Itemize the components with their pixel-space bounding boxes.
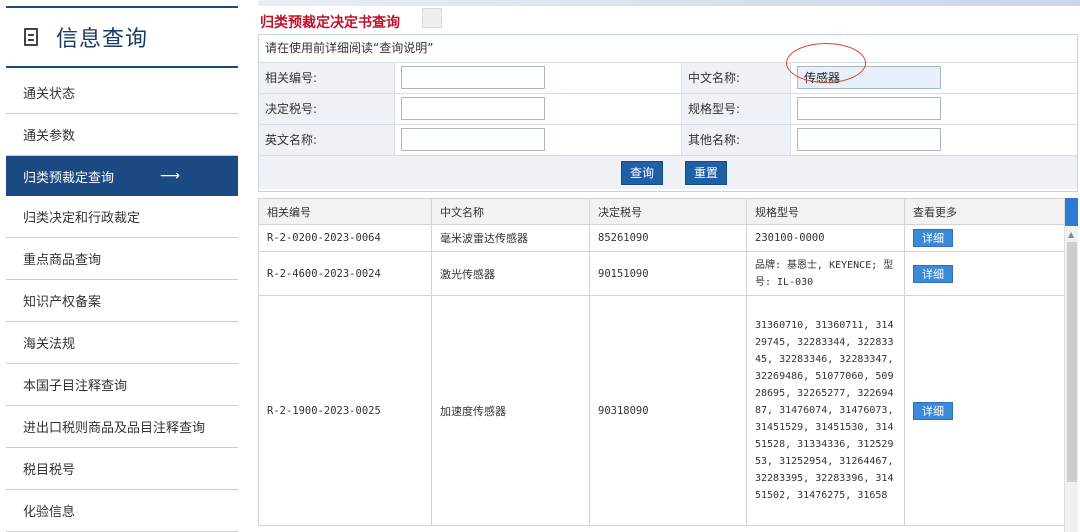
scroll-up-arrow-icon[interactable]: ▲ (1068, 230, 1074, 239)
tax-cell: 90151090 (589, 251, 747, 296)
search-form: 请在使用前详细阅读“查询说明” 相关编号: 中文名称: 决定税号: 规格型号: … (258, 34, 1078, 192)
usage-notice[interactable]: 请在使用前详细阅读“查询说明” (259, 35, 1077, 63)
sidebar: 信息查询 通关状态 通关参数 归类预裁定查询 ⟶ 归类决定和行政裁定 重点商品查询… (0, 0, 238, 532)
more-cell: 详细 (904, 251, 1065, 296)
sidebar-item-tariff-notes[interactable]: 进出口税则商品及品目注释查询 (6, 406, 238, 448)
sidebar-item-customs-law[interactable]: 海关法规 (6, 322, 238, 364)
form-row: 英文名称: 其他名称: (259, 125, 1077, 156)
column-header: 规格型号 (746, 198, 905, 225)
sidebar-item-lab-info[interactable]: 化验信息 (6, 490, 238, 532)
sidebar-item-customs-params[interactable]: 通关参数 (6, 114, 238, 156)
sidebar-item-label: 通关参数 (23, 129, 76, 144)
column-header: 决定税号 (589, 198, 747, 225)
main-content: 归类预裁定决定书查询 请在使用前详细阅读“查询说明” 相关编号: 中文名称: 决… (258, 0, 1080, 532)
highlight-circle-annotation (786, 43, 866, 83)
form-row: 相关编号: 中文名称: (259, 63, 1077, 94)
en-name-label: 英文名称: (259, 125, 395, 155)
sidebar-item-label: 税目税号 (23, 463, 76, 478)
table-header-row: 相关编号 中文名称 决定税号 规格型号 查看更多 (258, 198, 1065, 225)
spec-cell: 230100-0000 (746, 224, 905, 252)
form-actions: 查询 重置 (259, 156, 1077, 189)
ref-no-input[interactable] (401, 66, 545, 89)
column-header: 查看更多 (904, 198, 1065, 225)
document-icon (24, 28, 38, 46)
table-row: R-2-0200-2023-0064 毫米波雷达传感器 85261090 230… (258, 224, 1065, 252)
form-row: 决定税号: 规格型号: (259, 94, 1077, 125)
query-button[interactable]: 查询 (621, 161, 663, 185)
column-header: 中文名称 (431, 198, 590, 225)
spec-cell: 品牌: 基恩士, KEYENCE; 型号: IL-030 (746, 251, 905, 296)
ref-no-label: 相关编号: (259, 63, 395, 93)
sidebar-item-label: 归类决定和行政裁定 (23, 211, 141, 226)
sidebar-item-label: 重点商品查询 (23, 253, 102, 268)
spec-input[interactable] (797, 97, 941, 120)
scrollbar-thumb[interactable] (1067, 242, 1077, 482)
name-cell: 毫米波雷达传感器 (431, 224, 590, 252)
detail-button[interactable]: 详细 (913, 264, 953, 283)
scrollbar-top-indicator[interactable] (1065, 198, 1078, 226)
sidebar-item-label: 化验信息 (23, 505, 76, 520)
ref-cell: R-2-0200-2023-0064 (258, 224, 432, 252)
detail-button[interactable]: 详细 (913, 229, 953, 247)
sidebar-item-label: 进出口税则商品及品目注释查询 (23, 421, 206, 436)
title-decoration-icon (422, 8, 442, 28)
column-header: 相关编号 (258, 198, 432, 225)
page-title: 归类预裁定决定书查询 (260, 15, 400, 31)
tax-cell: 85261090 (589, 224, 747, 252)
tax-cell: 90318090 (589, 295, 747, 526)
spec-cell: 31360710, 31360711, 31429745, 32283344, … (746, 295, 905, 526)
name-cell: 加速度传感器 (431, 295, 590, 526)
reset-button[interactable]: 重置 (685, 161, 727, 185)
detail-button[interactable]: 详细 (913, 401, 953, 420)
ref-cell: R-2-1900-2023-0025 (258, 295, 432, 526)
more-cell: 详细 (904, 224, 1065, 252)
results-table-container: 相关编号 中文名称 决定税号 规格型号 查看更多 R-2-0200-2023-0… (258, 198, 1078, 532)
sidebar-item-label: 海关法规 (23, 337, 76, 352)
sidebar-item-label: 通关状态 (23, 87, 76, 102)
sidebar-item-customs-status[interactable]: 通关状态 (6, 72, 238, 114)
sidebar-item-classification-decision[interactable]: 归类决定和行政裁定 (6, 196, 238, 238)
other-name-label: 其他名称: (681, 125, 791, 155)
other-name-input[interactable] (797, 128, 941, 151)
top-banner (258, 0, 1080, 6)
sidebar-item-key-goods[interactable]: 重点商品查询 (6, 238, 238, 280)
more-cell: 详细 (904, 295, 1065, 526)
en-name-input[interactable] (401, 128, 545, 151)
table-row: R-2-4600-2023-0024 激光传感器 90151090 品牌: 基恩… (258, 251, 1065, 296)
sidebar-menu: 通关状态 通关参数 归类预裁定查询 ⟶ 归类决定和行政裁定 重点商品查询 知识产权… (6, 72, 238, 532)
cn-name-label: 中文名称: (681, 63, 791, 93)
tax-no-label: 决定税号: (259, 94, 395, 124)
sidebar-title: 信息查询 (56, 27, 149, 52)
sidebar-item-subheading-notes[interactable]: 本国子目注释查询 (6, 364, 238, 406)
sidebar-item-ip-filing[interactable]: 知识产权备案 (6, 280, 238, 322)
table-row: R-2-1900-2023-0025 加速度传感器 90318090 31360… (258, 295, 1065, 526)
sidebar-item-label: 知识产权备案 (23, 295, 102, 310)
sidebar-item-label: 本国子目注释查询 (23, 379, 128, 394)
name-cell: 激光传感器 (431, 251, 590, 296)
ref-cell: R-2-4600-2023-0024 (258, 251, 432, 296)
arrow-right-icon: ⟶ (159, 168, 180, 184)
sidebar-item-advance-ruling[interactable]: 归类预裁定查询 ⟶ (6, 156, 238, 196)
sidebar-header: 信息查询 (6, 6, 238, 68)
results-table: 相关编号 中文名称 决定税号 规格型号 查看更多 R-2-0200-2023-0… (258, 198, 1065, 526)
table-scrollbar[interactable]: ▲ (1064, 198, 1078, 532)
spec-label: 规格型号: (681, 94, 791, 124)
tax-no-input[interactable] (401, 97, 545, 120)
sidebar-item-label: 归类预裁定查询 (23, 170, 115, 186)
sidebar-item-tariff-codes[interactable]: 税目税号 (6, 448, 238, 490)
